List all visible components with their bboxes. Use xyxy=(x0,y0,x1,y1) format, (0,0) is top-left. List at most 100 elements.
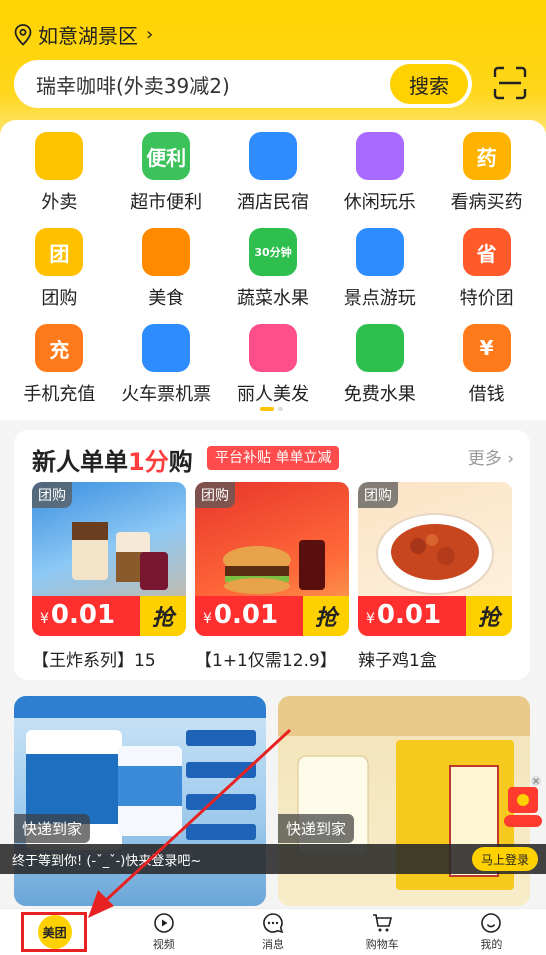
login-prompt-text: 终于等到你! (-ˇ_ˇ-)快来登录吧~ xyxy=(12,853,202,869)
deal-image-spicy-chicken: 团购 ¥0.01 抢 xyxy=(358,482,512,636)
category-item[interactable]: 团团购 xyxy=(6,228,113,312)
chevron-right-icon: › xyxy=(146,24,154,45)
price-symbol: ¥ xyxy=(203,611,212,627)
beauty-icon xyxy=(248,324,297,372)
deal-name: 【1+1仅需12.9】 xyxy=(195,651,337,671)
tab-cart[interactable]: 购物车 xyxy=(328,909,437,955)
leisure-icon xyxy=(355,132,404,180)
more-label: 更多 xyxy=(467,449,502,469)
category-item[interactable]: 美食 xyxy=(113,228,220,312)
grab-button[interactable]: 抢 xyxy=(303,596,349,636)
grab-button[interactable]: 抢 xyxy=(466,596,512,636)
category-label: 免费水果 xyxy=(343,384,416,405)
free-fruit-icon xyxy=(355,324,404,372)
tab-label: 消息 xyxy=(262,938,284,951)
special-deal-icon: 省 xyxy=(462,228,511,276)
login-button[interactable]: 马上登录 xyxy=(472,847,538,871)
category-label: 丽人美发 xyxy=(236,384,309,405)
tab-label: 购物车 xyxy=(365,938,399,951)
category-item[interactable]: 30分钟蔬菜水果 xyxy=(220,228,327,312)
page-indicator xyxy=(260,407,283,411)
feed-tag: 快递到家 xyxy=(14,814,91,843)
grab-button[interactable]: 抢 xyxy=(140,596,186,636)
deal-badge: 团购 xyxy=(358,482,398,508)
category-label: 看病买药 xyxy=(450,192,523,213)
category-label: 火车票机票 xyxy=(121,384,212,405)
category-item[interactable]: 景点游玩 xyxy=(326,228,433,312)
deal-price-bar: ¥0.01 抢 xyxy=(32,596,186,636)
recharge-icon: 充 xyxy=(35,324,84,372)
deal-card[interactable]: 团购 ¥0.01 抢 【1+1仅需12.9】 xyxy=(195,482,349,671)
location-selector[interactable]: 如意湖景区 › xyxy=(14,20,153,49)
page-dot-active xyxy=(260,407,274,411)
promo-title-part: 购 xyxy=(168,448,193,476)
vegetable-icon: 30分钟 xyxy=(248,228,297,276)
category-label: 特价团 xyxy=(459,288,514,309)
hotel-icon xyxy=(248,132,297,180)
category-panel: 外卖 便利 超市便利 酒店民宿 休闲玩乐药看病买药团团购 美食 30分钟 蔬菜水果 景点游玩省特… xyxy=(0,120,546,420)
video-icon xyxy=(153,913,174,933)
category-label: 团购 xyxy=(41,288,78,309)
promo-title-highlight: 1分 xyxy=(128,448,169,476)
category-item[interactable]: ¥ 借钱 xyxy=(433,324,540,408)
category-label: 外卖 xyxy=(41,192,78,213)
category-label: 美食 xyxy=(148,288,185,309)
category-item[interactable]: 酒店民宿 xyxy=(220,132,327,216)
category-item[interactable]: 便利 超市便利 xyxy=(113,132,220,216)
category-item[interactable]: 免费水果 xyxy=(326,324,433,408)
deal-price-bar: ¥0.01 抢 xyxy=(358,596,512,636)
category-label: 借钱 xyxy=(468,384,505,405)
category-item[interactable]: 外卖 xyxy=(6,132,113,216)
promo-title: 新人单单1分购 xyxy=(32,442,193,477)
deal-badge: 团购 xyxy=(32,482,72,508)
tab-profile[interactable]: 我的 xyxy=(437,909,546,955)
deal-badge: 团购 xyxy=(195,482,235,508)
category-label: 蔬菜水果 xyxy=(236,288,309,309)
scenic-icon xyxy=(355,228,404,276)
category-item[interactable]: 火车票机票 xyxy=(113,324,220,408)
category-item[interactable]: 省特价团 xyxy=(433,228,540,312)
floating-redpacket[interactable] xyxy=(500,775,546,835)
deal-price-bar: ¥0.01 抢 xyxy=(195,596,349,636)
search-bar[interactable]: 瑞幸咖啡(外卖39减2) 搜索 xyxy=(14,60,472,108)
login-prompt-bar: 终于等到你! (-ˇ_ˇ-)快来登录吧~ 马上登录 xyxy=(0,844,546,874)
category-label: 休闲玩乐 xyxy=(343,192,416,213)
category-label: 超市便利 xyxy=(130,192,203,213)
tab-label: 我的 xyxy=(480,938,503,951)
category-label: 景点游玩 xyxy=(343,288,416,309)
tab-video[interactable]: 视频 xyxy=(109,909,218,955)
deal-image-burger: 团购 ¥0.01 抢 xyxy=(195,482,349,636)
deal-card[interactable]: 团购 ¥0.01 抢 辣子鸡1盒 xyxy=(358,482,512,671)
deal-name: 【王炸系列】15 xyxy=(32,651,156,671)
train-plane-icon xyxy=(142,324,191,372)
promo-title-part: 新人单单 xyxy=(32,448,128,476)
deal-price: 0.01 xyxy=(50,600,116,630)
page-dot xyxy=(278,407,283,411)
newcomer-promo-card: 新人单单1分购 平台补贴 单单立减 更多 › 团购 ¥0.01 抢 【王炸系列】… xyxy=(14,430,530,680)
profile-icon xyxy=(481,913,502,933)
promo-more-link[interactable]: 更多 › xyxy=(468,444,514,469)
medicine-product-image xyxy=(278,696,530,890)
promo-subsidy-tag: 平台补贴 单单立减 xyxy=(207,446,340,470)
price-symbol: ¥ xyxy=(366,611,375,627)
cart-icon xyxy=(373,914,393,932)
search-input[interactable]: 瑞幸咖啡(外卖39减2) xyxy=(36,70,230,99)
feed-card-medicine[interactable]: 快递到家 xyxy=(278,696,530,906)
category-item[interactable]: 休闲玩乐 xyxy=(326,132,433,216)
deal-card[interactable]: 团购 ¥0.01 抢 【王炸系列】15 xyxy=(32,482,186,671)
food-icon xyxy=(142,228,191,276)
scan-icon[interactable] xyxy=(493,66,527,100)
search-button[interactable]: 搜索 xyxy=(390,64,468,104)
annotation-highlight-box xyxy=(21,912,87,952)
category-item[interactable]: 药看病买药 xyxy=(433,132,540,216)
groupbuy-icon: 团 xyxy=(35,228,84,276)
tab-messages[interactable]: 消息 xyxy=(218,909,327,955)
category-item[interactable]: 丽人美发 xyxy=(220,324,327,408)
price-symbol: ¥ xyxy=(40,611,49,627)
medicine-icon: 药 xyxy=(462,132,511,180)
category-label: 手机充值 xyxy=(23,384,96,405)
calcium-product-image xyxy=(14,696,266,850)
loan-icon: ¥ xyxy=(462,324,511,372)
feed-card-calcium[interactable]: 快递到家 xyxy=(14,696,266,906)
category-item[interactable]: 充手机充值 xyxy=(6,324,113,408)
